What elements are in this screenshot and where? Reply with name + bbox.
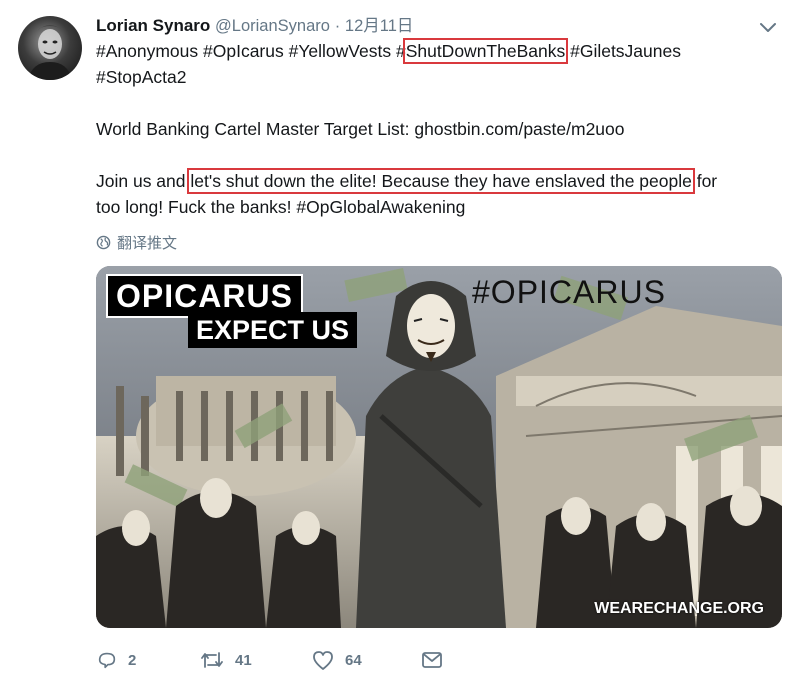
join-line-1: Join us and let's shut down the elite! B…	[96, 168, 786, 194]
tweet-timestamp[interactable]: 12月11日	[345, 17, 413, 35]
author-name[interactable]: Lorian Synaro	[96, 16, 210, 35]
join-text-before: Join us and	[96, 171, 191, 191]
like-button[interactable]: 64	[311, 649, 421, 671]
author-handle[interactable]: @LorianSynaro	[215, 17, 330, 35]
tweet-media-image[interactable]: OPICARUS EXPECT US #OPICARUS WEARECHANGE…	[96, 266, 782, 628]
join-line-2[interactable]: too long! Fuck the banks! #OpGlobalAwake…	[96, 194, 786, 220]
hashtags-line-1: #Anonymous #OpIcarus #YellowVests #ShutD…	[96, 38, 786, 64]
hashtags-text[interactable]: #Anonymous #OpIcarus #YellowVests #	[96, 41, 406, 61]
direct-message-button[interactable]	[421, 650, 443, 670]
highlighted-phrase: let's shut down the elite! Because they …	[187, 168, 695, 194]
tweet-header: Lorian Synaro @LorianSynaro · 12月11日	[96, 14, 749, 38]
separator-dot: ·	[334, 17, 341, 35]
reply-button[interactable]: 2	[96, 649, 199, 671]
hashtags-text-after[interactable]: #GiletsJaunes	[565, 41, 681, 61]
retweet-count: 41	[235, 651, 252, 669]
avatar[interactable]	[18, 16, 82, 80]
avatar-portrait	[28, 25, 72, 80]
reply-icon	[98, 652, 116, 669]
reply-count: 2	[128, 651, 137, 669]
banner-subtitle: EXPECT US	[188, 312, 358, 348]
highlighted-hashtag[interactable]: ShutDownTheBanks	[402, 38, 569, 64]
translate-label: 翻译推文	[117, 235, 178, 252]
caret-down-icon[interactable]	[757, 18, 779, 36]
target-list-line[interactable]: World Banking Cartel Master Target List:…	[96, 116, 786, 142]
hashtags-line-2[interactable]: #StopActa2	[96, 64, 786, 90]
heart-icon	[313, 651, 333, 670]
tweet-text: #Anonymous #OpIcarus #YellowVests #ShutD…	[96, 38, 786, 220]
tweet-actions: 2 41 64	[96, 646, 443, 674]
hashtag-overlay: #OPICARUS	[472, 274, 666, 310]
join-text-after: for	[691, 171, 718, 191]
globe-icon	[96, 235, 111, 250]
translate-tweet-link[interactable]: 翻译推文	[96, 232, 177, 253]
retweet-button[interactable]: 41	[199, 649, 311, 671]
dm-icon	[422, 652, 442, 668]
like-count: 64	[345, 651, 362, 669]
retweet-icon	[201, 652, 223, 668]
watermark: WEARECHANGE.ORG	[594, 600, 764, 617]
